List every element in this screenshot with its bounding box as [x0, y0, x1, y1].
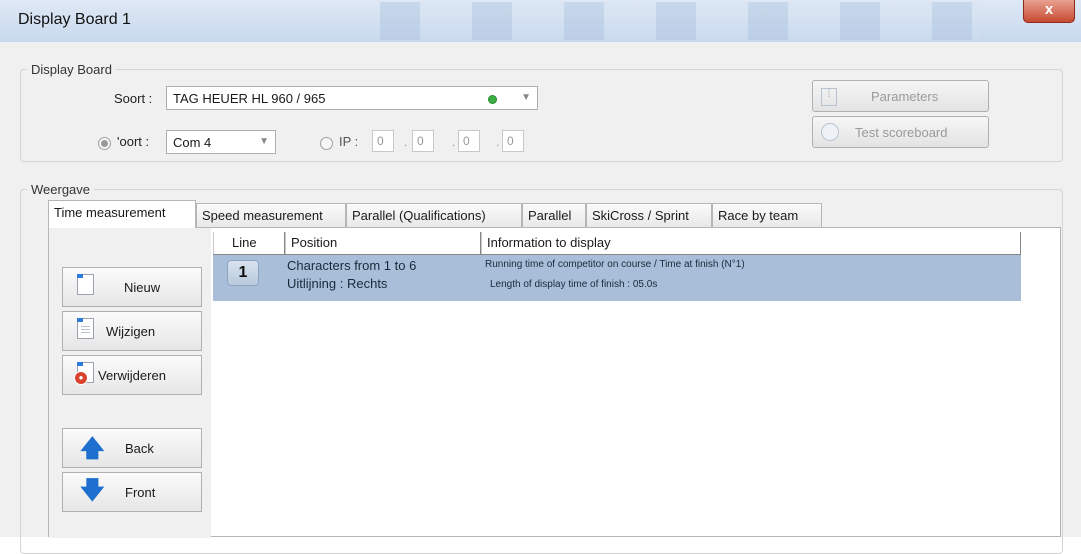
edit-label: Wijzigen	[106, 324, 156, 339]
delete-label: Verwijderen	[98, 368, 166, 383]
soort-value: TAG HEUER HL 960 / 965	[173, 91, 326, 106]
grid-header: Line Position Information to display	[213, 232, 1021, 255]
display-board-legend: Display Board	[31, 62, 112, 77]
window-body: Display Board Soort : TAG HEUER HL 960 /…	[0, 42, 1081, 554]
position-text: Characters from 1 to 6	[287, 258, 417, 273]
alignment-text: Uitlijning : Rechts	[287, 276, 388, 291]
new-label: Nieuw	[124, 280, 161, 295]
time-measurement-panel: Nieuw Wijzigen ● Verwijderen 🡅 Back 🡇 Fr…	[48, 227, 1061, 538]
window-title: Display Board 1	[18, 11, 131, 28]
chevron-down-icon: ▼	[521, 92, 531, 103]
arrow-down-icon: 🡇	[80, 477, 105, 504]
port-radio[interactable]	[98, 137, 111, 150]
action-column: Nieuw Wijzigen ● Verwijderen 🡅 Back 🡇 Fr…	[49, 228, 211, 538]
new-button[interactable]: Nieuw	[62, 267, 202, 307]
new-document-icon	[77, 274, 94, 295]
arrow-up-icon: 🡅	[80, 435, 105, 462]
line-number-badge: 1	[227, 260, 259, 286]
column-header-line[interactable]: Line	[213, 232, 285, 254]
info-text: Running time of competitor on course / T…	[485, 259, 745, 270]
port-value: Com 4	[173, 135, 212, 150]
tab-parallel[interactable]: Parallel	[522, 203, 586, 227]
back-label: Back	[125, 441, 154, 456]
ip-octet-4[interactable]: 0	[502, 130, 524, 152]
parameters-label: Parameters	[871, 89, 939, 104]
title-bar: Display Board 1 x	[0, 0, 1081, 43]
status-led-icon	[488, 95, 497, 104]
tab-skicross-sprint[interactable]: SkiCross / Sprint	[586, 203, 712, 227]
parameters-button[interactable]: ⁞ Parameters	[812, 80, 989, 112]
test-scoreboard-label: Test scoreboard	[855, 125, 948, 140]
edit-button[interactable]: Wijzigen	[62, 311, 202, 351]
test-scoreboard-button[interactable]: Test scoreboard	[812, 116, 989, 148]
delete-button[interactable]: ● Verwijderen	[62, 355, 202, 395]
tab-race-by-team[interactable]: Race by team	[712, 203, 822, 227]
ip-octet-2[interactable]: 0	[412, 130, 434, 152]
tab-time-measurement[interactable]: Time measurement	[48, 200, 196, 228]
port-label: 'oort :	[117, 134, 150, 149]
ip-radio[interactable]	[320, 137, 333, 150]
front-label: Front	[125, 485, 156, 500]
display-lines-grid: Line Position Information to display 1 C…	[213, 228, 1060, 536]
delete-document-icon: ●	[74, 362, 94, 385]
title-bar-glass	[380, 2, 980, 40]
display-length-text: Length of display time of finish : 05.0s	[490, 279, 658, 290]
close-button[interactable]: x	[1023, 0, 1075, 23]
ip-label: IP :	[339, 134, 359, 149]
close-icon: x	[1044, 1, 1054, 18]
soort-select[interactable]: TAG HEUER HL 960 / 965 ▼	[166, 86, 538, 110]
tab-speed-measurement[interactable]: Speed measurement	[196, 203, 346, 227]
port-select[interactable]: Com 4 ▼	[166, 130, 276, 154]
column-header-position[interactable]: Position	[285, 232, 481, 254]
front-button[interactable]: 🡇 Front	[62, 472, 202, 512]
soort-label: Soort :	[114, 91, 153, 106]
test-icon	[821, 123, 839, 141]
edit-document-icon	[77, 318, 94, 339]
tab-parallel-qualifications[interactable]: Parallel (Qualifications)	[346, 203, 522, 227]
weergave-legend: Weergave	[31, 182, 91, 197]
ip-octet-1[interactable]: 0	[372, 130, 394, 152]
parameters-icon: ⁞	[821, 88, 837, 106]
chevron-down-icon: ▼	[259, 136, 269, 147]
back-button[interactable]: 🡅 Back	[62, 428, 202, 468]
table-row[interactable]: 1 Characters from 1 to 6 Uitlijning : Re…	[213, 255, 1021, 301]
column-header-info[interactable]: Information to display	[481, 232, 1021, 254]
ip-octet-3[interactable]: 0	[458, 130, 480, 152]
